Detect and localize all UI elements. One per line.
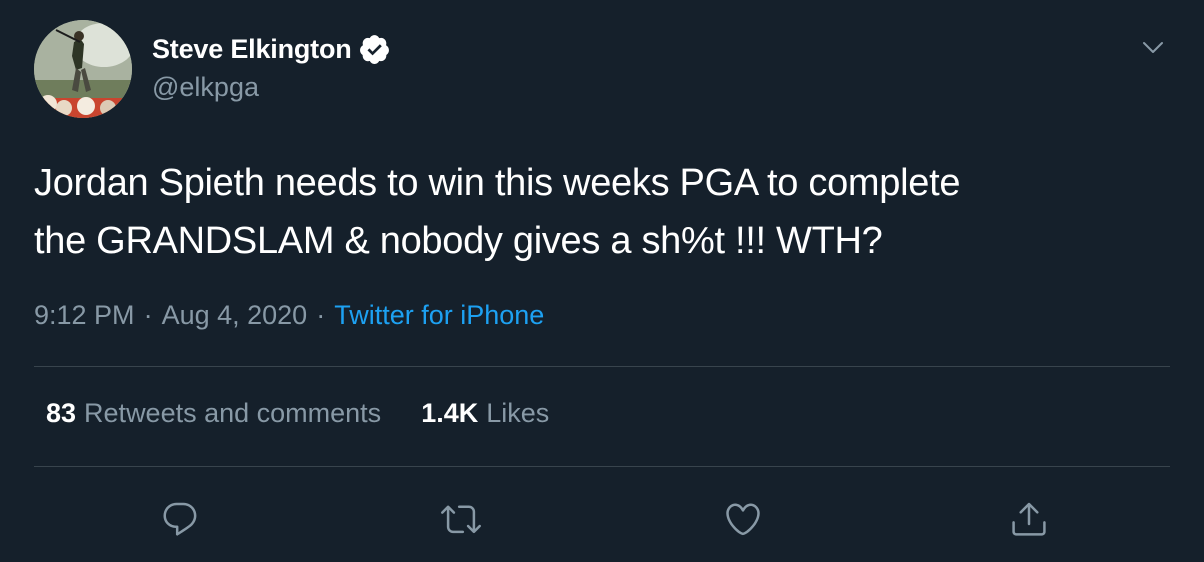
reply-icon — [163, 502, 197, 536]
reply-button[interactable] — [155, 494, 205, 544]
verified-badge-icon — [358, 33, 391, 66]
likes-count: 1.4K — [421, 398, 479, 428]
share-icon — [1012, 502, 1046, 536]
meta-separator: · — [316, 300, 326, 330]
display-name[interactable]: Steve Elkington — [152, 34, 352, 65]
retweets-label: Retweets and comments — [84, 398, 382, 428]
tweet-meta: 9:12 PM · Aug 4, 2020 · Twitter for iPhone — [34, 300, 544, 331]
retweet-icon — [441, 505, 481, 534]
avatar-image — [34, 20, 132, 118]
divider — [34, 466, 1170, 467]
likes-label: Likes — [486, 398, 550, 428]
divider — [34, 366, 1170, 367]
meta-separator: · — [143, 300, 153, 330]
chevron-down-icon[interactable] — [1140, 34, 1166, 60]
tweet-text-line: Jordan Spieth needs to win this weeks PG… — [34, 162, 961, 204]
tweet-text-line: the GRANDSLAM & nobody gives a sh%t !!! … — [34, 220, 883, 262]
tweet-text: Jordan Spieth needs to win this weeks PG… — [34, 154, 1164, 270]
tweet-time[interactable]: 9:12 PM — [34, 300, 135, 330]
author-name-row: Steve Elkington — [152, 30, 391, 68]
avatar[interactable] — [34, 20, 132, 118]
action-bar — [0, 494, 1204, 544]
user-handle[interactable]: @elkpga — [152, 72, 259, 103]
heart-icon — [726, 503, 760, 536]
retweets-stat[interactable]: 83 Retweets and comments — [46, 398, 381, 429]
retweets-count: 83 — [46, 398, 77, 428]
tweet-source-link[interactable]: Twitter for iPhone — [334, 300, 544, 330]
tweet-stats: 83 Retweets and comments 1.4K Likes — [46, 398, 589, 429]
tweet-card: Steve Elkington @elkpga Jordan Spieth ne… — [0, 0, 1204, 562]
tweet-date[interactable]: Aug 4, 2020 — [162, 300, 308, 330]
retweet-button[interactable] — [436, 494, 486, 544]
like-button[interactable] — [718, 494, 768, 544]
likes-stat[interactable]: 1.4K Likes — [421, 398, 549, 429]
share-button[interactable] — [1004, 494, 1054, 544]
